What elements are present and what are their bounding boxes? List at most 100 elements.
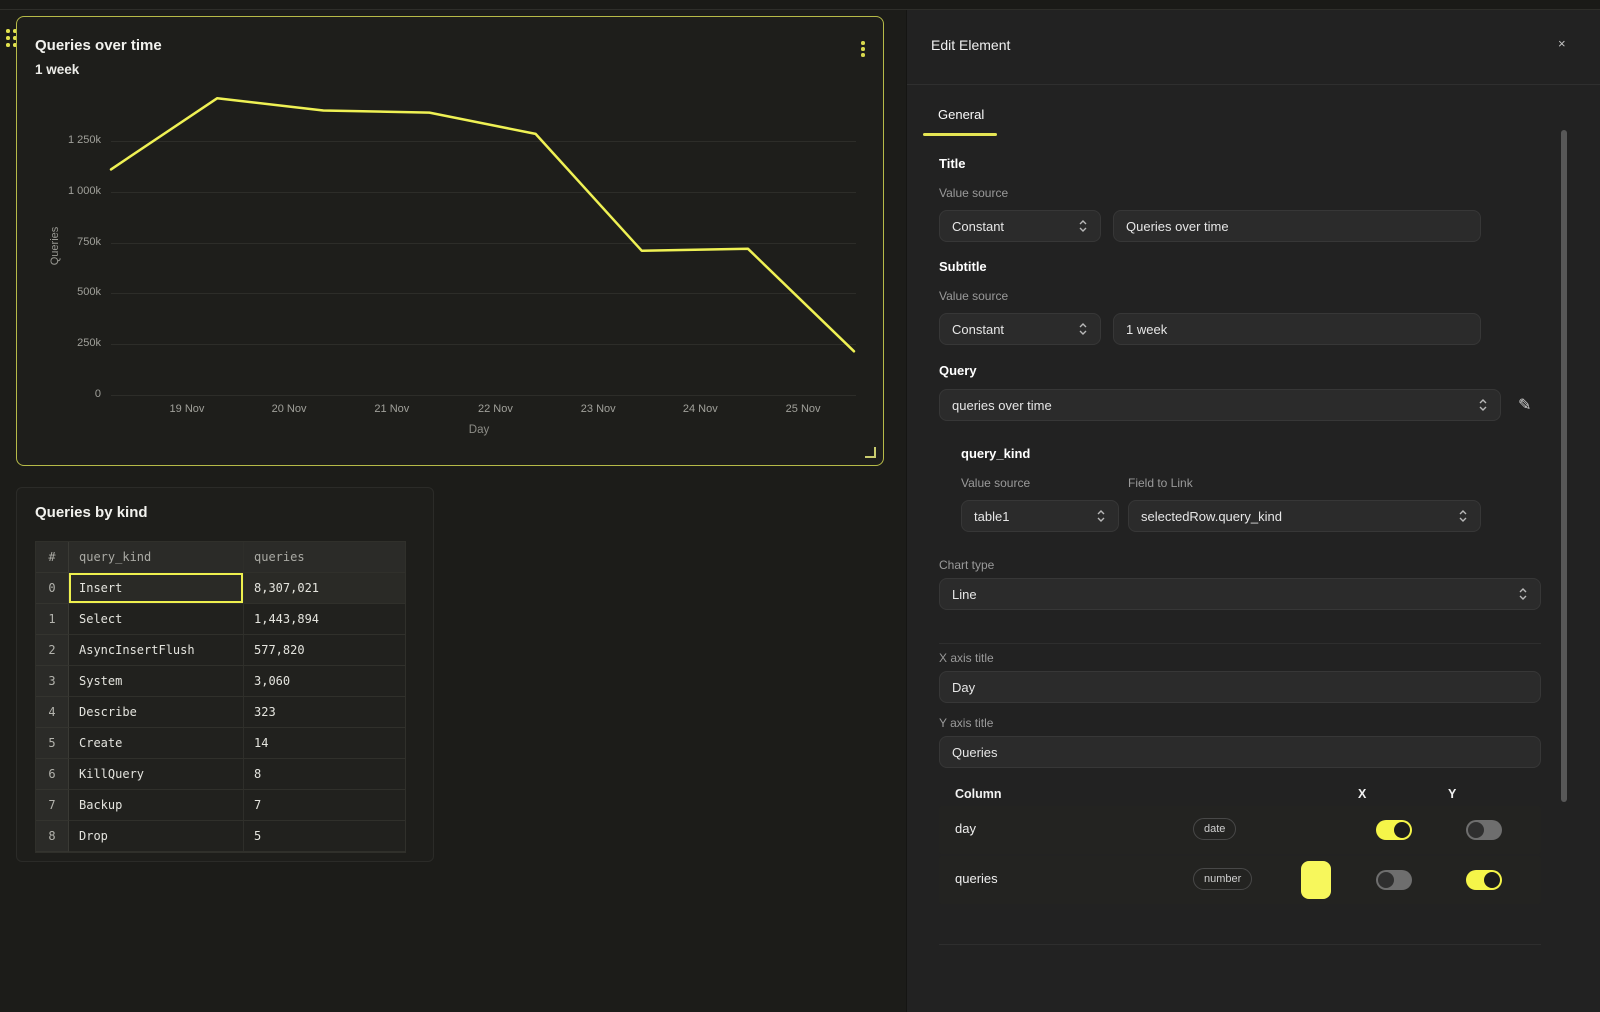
table-row[interactable]: 4Describe323 <box>36 697 405 728</box>
cell-queries[interactable]: 7 <box>243 790 405 821</box>
x-axis-title-value: Day <box>952 680 975 695</box>
cell-query-kind[interactable]: Describe <box>68 697 243 728</box>
columns-header-y: Y <box>1448 787 1456 801</box>
y-tick-label: 1 000k <box>17 185 101 197</box>
edit-pencil-icon[interactable]: ✎ <box>1518 395 1531 415</box>
cell-queries[interactable]: 14 <box>243 728 405 759</box>
table-row[interactable]: 2AsyncInsertFlush577,820 <box>36 635 405 666</box>
query-dropdown[interactable]: queries over time <box>939 389 1501 421</box>
panel-scrollbar[interactable] <box>1561 130 1567 802</box>
toggle-knob <box>1378 872 1394 888</box>
table-row[interactable]: 7Backup7 <box>36 790 405 821</box>
x-axis-title-input[interactable]: Day <box>939 671 1541 703</box>
gridline <box>111 141 856 142</box>
cell-queries[interactable]: 3,060 <box>243 666 405 697</box>
x-tick-label: 21 Nov <box>357 403 427 415</box>
y-toggle-queries[interactable] <box>1466 870 1502 890</box>
y-tick-label: 500k <box>17 286 101 298</box>
title-section-heading: Title <box>939 156 966 171</box>
title-source-value: Constant <box>952 219 1004 234</box>
cell-query-kind[interactable]: Backup <box>68 790 243 821</box>
gridline <box>111 192 856 193</box>
app-root: Queries over time 1 week Queries 0250k50… <box>0 0 1600 1012</box>
y-axis-title-input[interactable]: Queries <box>939 736 1541 768</box>
gridline <box>111 243 856 244</box>
header-query-kind: query_kind <box>68 542 243 573</box>
cell-queries[interactable]: 5 <box>243 821 405 852</box>
cell-queries[interactable]: 8,307,021 <box>243 573 405 604</box>
tab-active-underline <box>923 133 997 136</box>
gridline <box>111 395 856 396</box>
resize-handle[interactable] <box>865 447 876 458</box>
cell-index: 7 <box>36 790 68 821</box>
x-axis-title-label: X axis title <box>939 651 994 665</box>
cell-index: 8 <box>36 821 68 852</box>
header-queries: queries <box>243 542 405 573</box>
x-tick-label: 23 Nov <box>563 403 633 415</box>
x-axis-label: Day <box>469 424 489 436</box>
toggle-knob <box>1484 872 1500 888</box>
header-index: # <box>36 542 68 573</box>
subtitle-value-input[interactable]: 1 week <box>1113 313 1481 345</box>
column-name: day <box>955 821 976 836</box>
x-toggle-queries[interactable] <box>1376 870 1412 890</box>
window-top-strip <box>0 0 1600 10</box>
table-row[interactable]: 3System3,060 <box>36 666 405 697</box>
subtitle-value-text: 1 week <box>1126 322 1167 337</box>
chevron-updown-icon <box>1096 509 1106 523</box>
cell-query-kind[interactable]: KillQuery <box>68 759 243 790</box>
kebab-menu-icon[interactable] <box>857 41 869 63</box>
title-value-text: Queries over time <box>1126 219 1229 234</box>
cell-index: 0 <box>36 573 68 604</box>
table-row[interactable]: 6KillQuery8 <box>36 759 405 790</box>
type-badge: number <box>1193 868 1252 890</box>
y-toggle-day[interactable] <box>1466 820 1502 840</box>
gridline <box>111 293 856 294</box>
table-row[interactable]: 8Drop5 <box>36 821 405 852</box>
toggle-knob <box>1394 822 1410 838</box>
section-divider <box>939 944 1541 945</box>
table-row[interactable]: 0Insert8,307,021 <box>36 573 405 604</box>
cell-query-kind[interactable]: Create <box>68 728 243 759</box>
field-to-link-dropdown[interactable]: selectedRow.query_kind <box>1128 500 1481 532</box>
series-color-swatch[interactable] <box>1301 861 1331 899</box>
queries-by-kind-card[interactable]: Queries by kind #query_kindqueries0Inser… <box>16 487 434 862</box>
chart-type-dropdown[interactable]: Line <box>939 578 1541 610</box>
cell-query-kind[interactable]: Drop <box>68 821 243 852</box>
cell-query-kind[interactable]: Insert <box>68 573 243 604</box>
y-tick-label: 1 250k <box>17 134 101 146</box>
chart-subtitle: 1 week <box>35 62 79 77</box>
chart-title: Queries over time <box>35 37 162 54</box>
query-kind-value-source-label: Value source <box>961 476 1030 490</box>
subtitle-source-dropdown[interactable]: Constant <box>939 313 1101 345</box>
cell-query-kind[interactable]: AsyncInsertFlush <box>68 635 243 666</box>
query-kind-source-dropdown[interactable]: table1 <box>961 500 1119 532</box>
cell-queries[interactable]: 1,443,894 <box>243 604 405 635</box>
section-divider <box>939 643 1541 644</box>
title-source-dropdown[interactable]: Constant <box>939 210 1101 242</box>
title-value-source-label: Value source <box>939 186 1008 200</box>
table-row[interactable]: 5Create14 <box>36 728 405 759</box>
subtitle-source-value: Constant <box>952 322 1004 337</box>
cell-query-kind[interactable]: Select <box>68 604 243 635</box>
title-value-input[interactable]: Queries over time <box>1113 210 1481 242</box>
data-table: #query_kindqueries0Insert8,307,0211Selec… <box>35 541 406 853</box>
cell-index: 6 <box>36 759 68 790</box>
cell-queries[interactable]: 323 <box>243 697 405 728</box>
table-row[interactable]: 1Select1,443,894 <box>36 604 405 635</box>
chart-card[interactable]: Queries over time 1 week Queries 0250k50… <box>16 16 884 466</box>
cell-index: 2 <box>36 635 68 666</box>
close-icon[interactable]: × <box>1558 36 1566 51</box>
columns-header-x: X <box>1358 787 1366 801</box>
query-value: queries over time <box>952 398 1052 413</box>
y-tick-label: 250k <box>17 337 101 349</box>
columns-header-column: Column <box>955 787 1002 801</box>
tab-general[interactable]: General <box>938 107 984 122</box>
cell-queries[interactable]: 577,820 <box>243 635 405 666</box>
chevron-updown-icon <box>1078 322 1088 336</box>
x-toggle-day[interactable] <box>1376 820 1412 840</box>
field-to-link-label: Field to Link <box>1128 476 1193 490</box>
cell-index: 5 <box>36 728 68 759</box>
cell-queries[interactable]: 8 <box>243 759 405 790</box>
cell-query-kind[interactable]: System <box>68 666 243 697</box>
